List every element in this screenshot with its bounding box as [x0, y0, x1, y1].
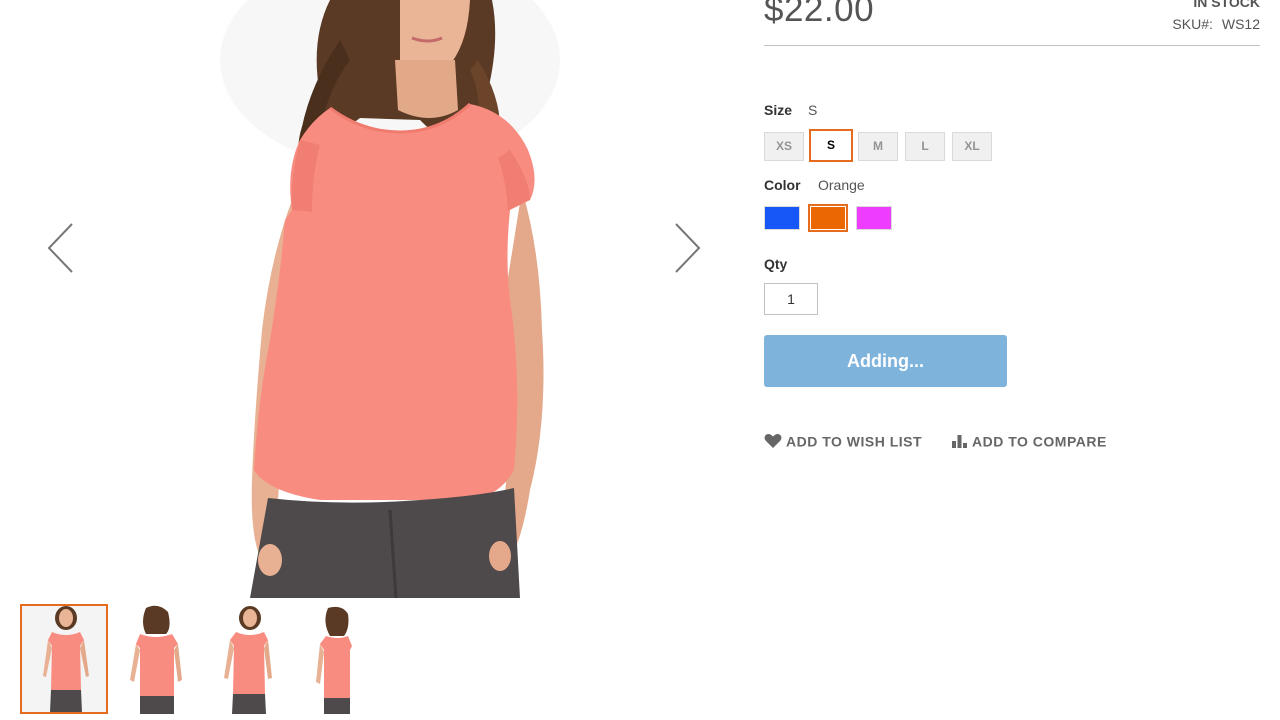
- size-option-xs[interactable]: XS: [764, 132, 804, 161]
- thumbnail-front[interactable]: [20, 604, 108, 714]
- thumbnail-image: [202, 604, 290, 714]
- next-image-button[interactable]: [672, 222, 702, 274]
- thumbnail-image: [290, 604, 378, 714]
- size-option-xl[interactable]: XL: [952, 132, 992, 161]
- product-gallery: [0, 0, 745, 720]
- qty-input[interactable]: [764, 283, 818, 315]
- size-option-s[interactable]: S: [809, 129, 853, 162]
- size-option-m[interactable]: M: [858, 132, 898, 161]
- price-divider: [764, 45, 1260, 46]
- add-to-wishlist-link[interactable]: Add to Wish List: [764, 432, 922, 449]
- color-label: Color: [764, 177, 801, 193]
- heart-icon: [764, 434, 782, 449]
- stock-status: In stock: [1193, 0, 1260, 10]
- color-swatch-blue[interactable]: [764, 206, 800, 230]
- swatch-fill: [811, 207, 845, 229]
- thumbnail-image: [22, 606, 106, 712]
- thumbnail-side[interactable]: [290, 604, 378, 714]
- chevron-right-icon: [675, 223, 701, 273]
- sku-label: SKU#:: [1172, 16, 1213, 32]
- previous-image-button[interactable]: [46, 222, 76, 274]
- thumbnail-front-alt[interactable]: [202, 604, 290, 714]
- compare-label: Add to Compare: [972, 433, 1107, 450]
- qty-label: Qty: [764, 256, 788, 272]
- add-to-cart-button[interactable]: Adding...: [764, 335, 1007, 387]
- size-selected-value: S: [808, 102, 818, 118]
- thumbnail-back[interactable]: [112, 604, 200, 714]
- add-to-compare-link[interactable]: Add to Compare: [951, 432, 1107, 449]
- product-price: $22.00: [764, 0, 875, 29]
- model-tshirt-illustration: [220, 0, 560, 598]
- sku-value: WS12: [1221, 16, 1260, 32]
- wishlist-label: Add to Wish List: [786, 433, 923, 450]
- thumbnail-image: [112, 604, 200, 714]
- color-swatch-orange[interactable]: [808, 204, 848, 232]
- size-label: Size: [764, 102, 793, 118]
- color-selected-value: Orange: [818, 177, 865, 193]
- compare-chart-icon: [952, 435, 967, 449]
- main-product-image[interactable]: [0, 0, 745, 598]
- size-option-l[interactable]: L: [905, 132, 945, 161]
- product-sku: SKU#: WS12: [1172, 16, 1260, 32]
- color-swatch-purple[interactable]: [856, 206, 892, 230]
- chevron-left-icon: [47, 223, 73, 273]
